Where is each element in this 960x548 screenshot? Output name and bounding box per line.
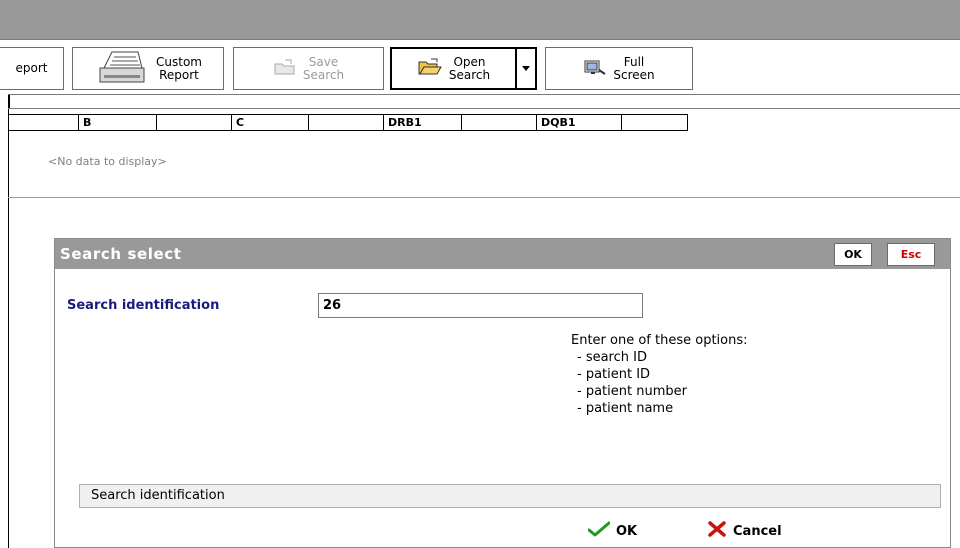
header-separator [8, 108, 960, 109]
cancel-button[interactable]: Cancel [707, 520, 782, 542]
report-button[interactable]: eport [0, 47, 64, 90]
column-header-dqb1[interactable]: DQB1 [536, 114, 621, 131]
save-folder-icon [273, 58, 297, 79]
column-header-c[interactable]: C [231, 114, 308, 131]
ok-button-label: OK [616, 523, 638, 539]
full-screen-label: Full Screen [613, 54, 655, 82]
dialog-title: Search select [60, 245, 182, 263]
cross-icon [707, 521, 727, 541]
window-title-bar [0, 0, 960, 40]
column-header[interactable] [461, 114, 536, 131]
open-search-dropdown[interactable] [515, 47, 537, 90]
dropdown-arrow-icon [522, 66, 530, 71]
custom-report-label: Custom Report [156, 54, 202, 82]
hint-title: Enter one of these options: [571, 333, 748, 348]
column-header[interactable] [156, 114, 231, 131]
hint-option: - patient ID [577, 367, 651, 382]
cancel-button-label: Cancel [733, 523, 782, 539]
toolbar-separator [8, 94, 960, 95]
empty-results-message: <No data to display> [48, 155, 167, 168]
printer-icon [94, 48, 150, 89]
column-header-b[interactable]: B [78, 114, 156, 131]
column-header-drb1[interactable]: DRB1 [383, 114, 461, 131]
search-options-hint: Enter one of these options: - search ID … [571, 332, 748, 417]
column-header[interactable] [8, 114, 78, 131]
title-esc-button[interactable]: Esc [887, 243, 935, 266]
status-bar: Search identification [79, 484, 941, 508]
custom-report-button[interactable]: Custom Report [72, 47, 224, 90]
hint-option: - patient number [577, 384, 687, 399]
hint-option: - search ID [577, 350, 647, 365]
search-select-dialog: Search select OK Esc Search identificati… [54, 238, 951, 548]
title-ok-button[interactable]: OK [834, 243, 872, 266]
toolbar: eport Custom Report Save Search Open Sea… [0, 40, 960, 94]
row-marker [8, 95, 10, 108]
ok-button[interactable]: OK [587, 520, 638, 542]
full-screen-icon [583, 58, 607, 79]
open-search-button[interactable]: Open Search [390, 47, 517, 90]
search-identification-input[interactable]: 26 [318, 293, 643, 318]
open-search-label: Open Search [448, 54, 491, 82]
open-folder-icon [417, 58, 443, 79]
column-header[interactable] [621, 114, 688, 131]
results-divider [8, 197, 960, 198]
save-search-label: Save Search [302, 54, 345, 82]
app-window: eport Custom Report Save Search Open Sea… [0, 0, 960, 548]
results-header: B C DRB1 DQB1 [8, 114, 688, 131]
save-search-button[interactable]: Save Search [233, 47, 384, 90]
report-button-label: eport [15, 61, 48, 75]
column-header[interactable] [308, 114, 383, 131]
search-identification-label: Search identification [67, 298, 220, 313]
dialog-title-bar: Search select OK Esc [55, 239, 950, 269]
full-screen-button[interactable]: Full Screen [545, 47, 693, 90]
hint-option: - patient name [577, 401, 674, 416]
checkmark-icon [587, 521, 611, 541]
